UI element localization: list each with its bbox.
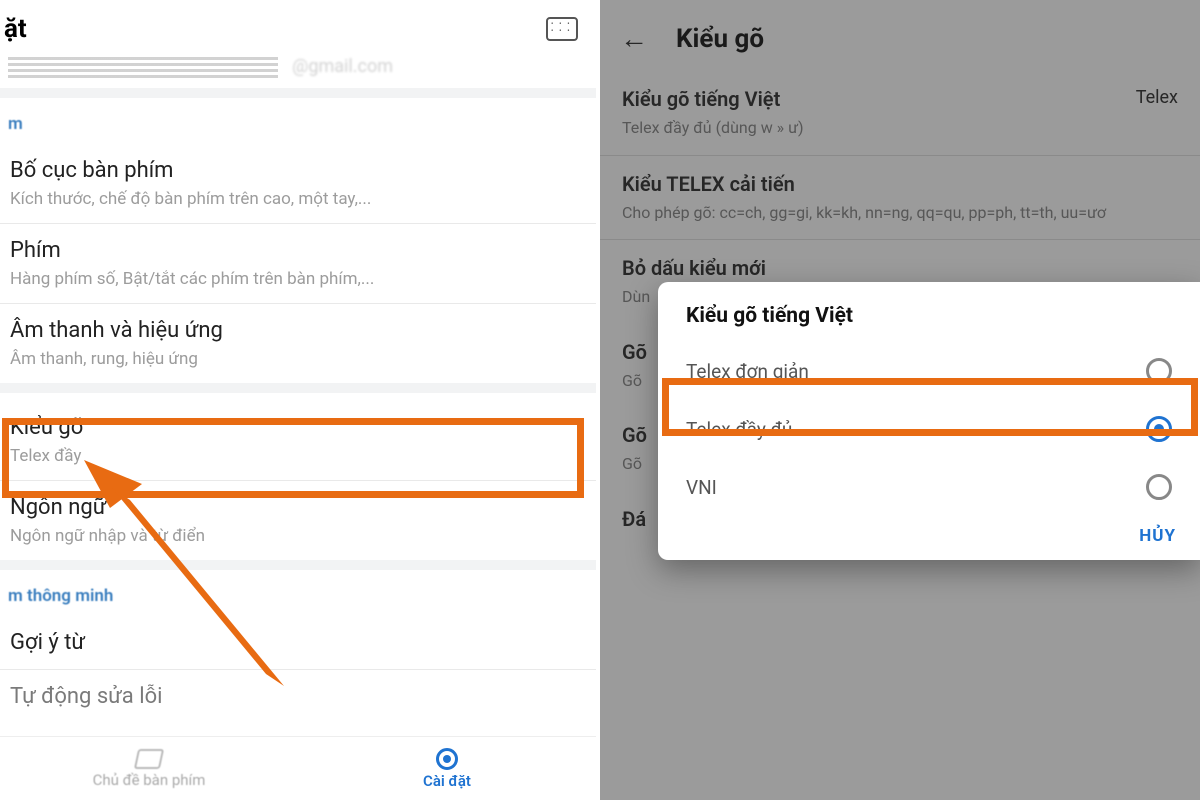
back-arrow-icon[interactable]: ← (620, 22, 648, 55)
item-title: Bố cục bàn phím (10, 158, 586, 183)
item-sound[interactable]: Âm thanh và hiệu ứng Âm thanh, rung, hiệ… (0, 304, 596, 383)
divider (0, 88, 596, 98)
row-input-method[interactable]: Telex Kiểu gõ tiếng Việt Telex đầy đủ (d… (600, 71, 1200, 155)
item-typing-method[interactable]: Kiểu gõ Telex đầy (0, 393, 596, 480)
row-subtitle: Telex đầy đủ (dùng w » ư) (622, 117, 1178, 139)
left-header: ặt (0, 0, 596, 54)
item-subtitle: Ngôn ngữ nhập và từ điển (10, 526, 586, 546)
item-subtitle: Âm thanh, rung, hiệu ứng (10, 349, 586, 369)
row-telex-improved[interactable]: Kiểu TELEX cải tiến Cho phép gõ: cc=ch, … (600, 156, 1200, 240)
row-title: Bỏ dấu kiểu mới (622, 256, 1178, 280)
page-title: ặt (4, 14, 27, 44)
account-email-redacted (8, 56, 278, 78)
page-title: Kiểu gõ (676, 24, 764, 54)
cancel-button[interactable]: HỦY (1139, 526, 1176, 546)
tab-label: Chủ đề bàn phím (93, 771, 206, 789)
item-subtitle: Kích thước, chế độ bàn phím trên cao, mộ… (10, 189, 586, 209)
radio-icon (1146, 358, 1172, 384)
row-subtitle: Cho phép gõ: cc=ch, gg=gi, kk=kh, nn=ng,… (622, 202, 1178, 224)
divider (0, 560, 596, 570)
row-title: Kiểu gõ tiếng Việt (622, 87, 1178, 111)
tab-themes[interactable]: Chủ đề bàn phím (0, 737, 298, 800)
item-title: Tự động sửa lỗi (10, 684, 586, 709)
radio-icon (1146, 416, 1172, 442)
option-label: Telex đơn giản (686, 360, 809, 383)
item-title: Gợi ý từ (10, 630, 586, 655)
typing-method-screen-right: ← Kiểu gõ Telex Kiểu gõ tiếng Việt Telex… (600, 0, 1200, 800)
dialog-buttons: HỦY (658, 516, 1200, 546)
option-label: Telex đầy đủ (686, 418, 792, 441)
row-value: Telex (1136, 87, 1178, 108)
item-subtitle: Telex đầy (10, 446, 586, 466)
tab-settings[interactable]: Cài đặt (298, 737, 596, 800)
divider (0, 383, 596, 393)
option-label: VNI (686, 476, 717, 499)
dialog-title: Kiểu gõ tiếng Việt (658, 304, 1200, 342)
item-suggestions[interactable]: Gợi ý từ (0, 616, 596, 669)
settings-screen-left: ặt m Bố cục bàn phím Kích thước, chế độ … (0, 0, 600, 800)
keyboard-icon[interactable] (546, 17, 578, 41)
gear-icon (436, 748, 458, 770)
item-title: Kiểu gõ (10, 415, 586, 440)
section-label-a: m (0, 98, 596, 144)
row-title: Kiểu TELEX cải tiến (622, 172, 1178, 196)
dialog-typing-method: Kiểu gõ tiếng Việt Telex đơn giản Telex … (658, 282, 1200, 560)
item-title: Âm thanh và hiệu ứng (10, 318, 586, 343)
section-label-b: m thông minh (0, 570, 596, 616)
tab-label: Cài đặt (423, 772, 471, 790)
item-layout[interactable]: Bố cục bàn phím Kích thước, chế độ bàn p… (0, 144, 596, 223)
item-title: Ngôn ngữ (10, 495, 586, 520)
option-vni[interactable]: VNI (658, 458, 1200, 516)
item-subtitle: Hàng phím số, Bật/tắt các phím trên bàn … (10, 269, 586, 289)
book-icon (134, 749, 164, 769)
item-autocorrect[interactable]: Tự động sửa lỗi (0, 670, 596, 723)
item-language[interactable]: Ngôn ngữ Ngôn ngữ nhập và từ điển (0, 481, 596, 560)
option-telex-simple[interactable]: Telex đơn giản (658, 342, 1200, 400)
right-header: ← Kiểu gõ (600, 0, 1200, 71)
item-keys[interactable]: Phím Hàng phím số, Bật/tắt các phím trên… (0, 224, 596, 303)
option-telex-full[interactable]: Telex đầy đủ (658, 400, 1200, 458)
bottom-nav: Chủ đề bàn phím Cài đặt (0, 736, 596, 800)
item-title: Phím (10, 238, 586, 263)
radio-icon (1146, 474, 1172, 500)
